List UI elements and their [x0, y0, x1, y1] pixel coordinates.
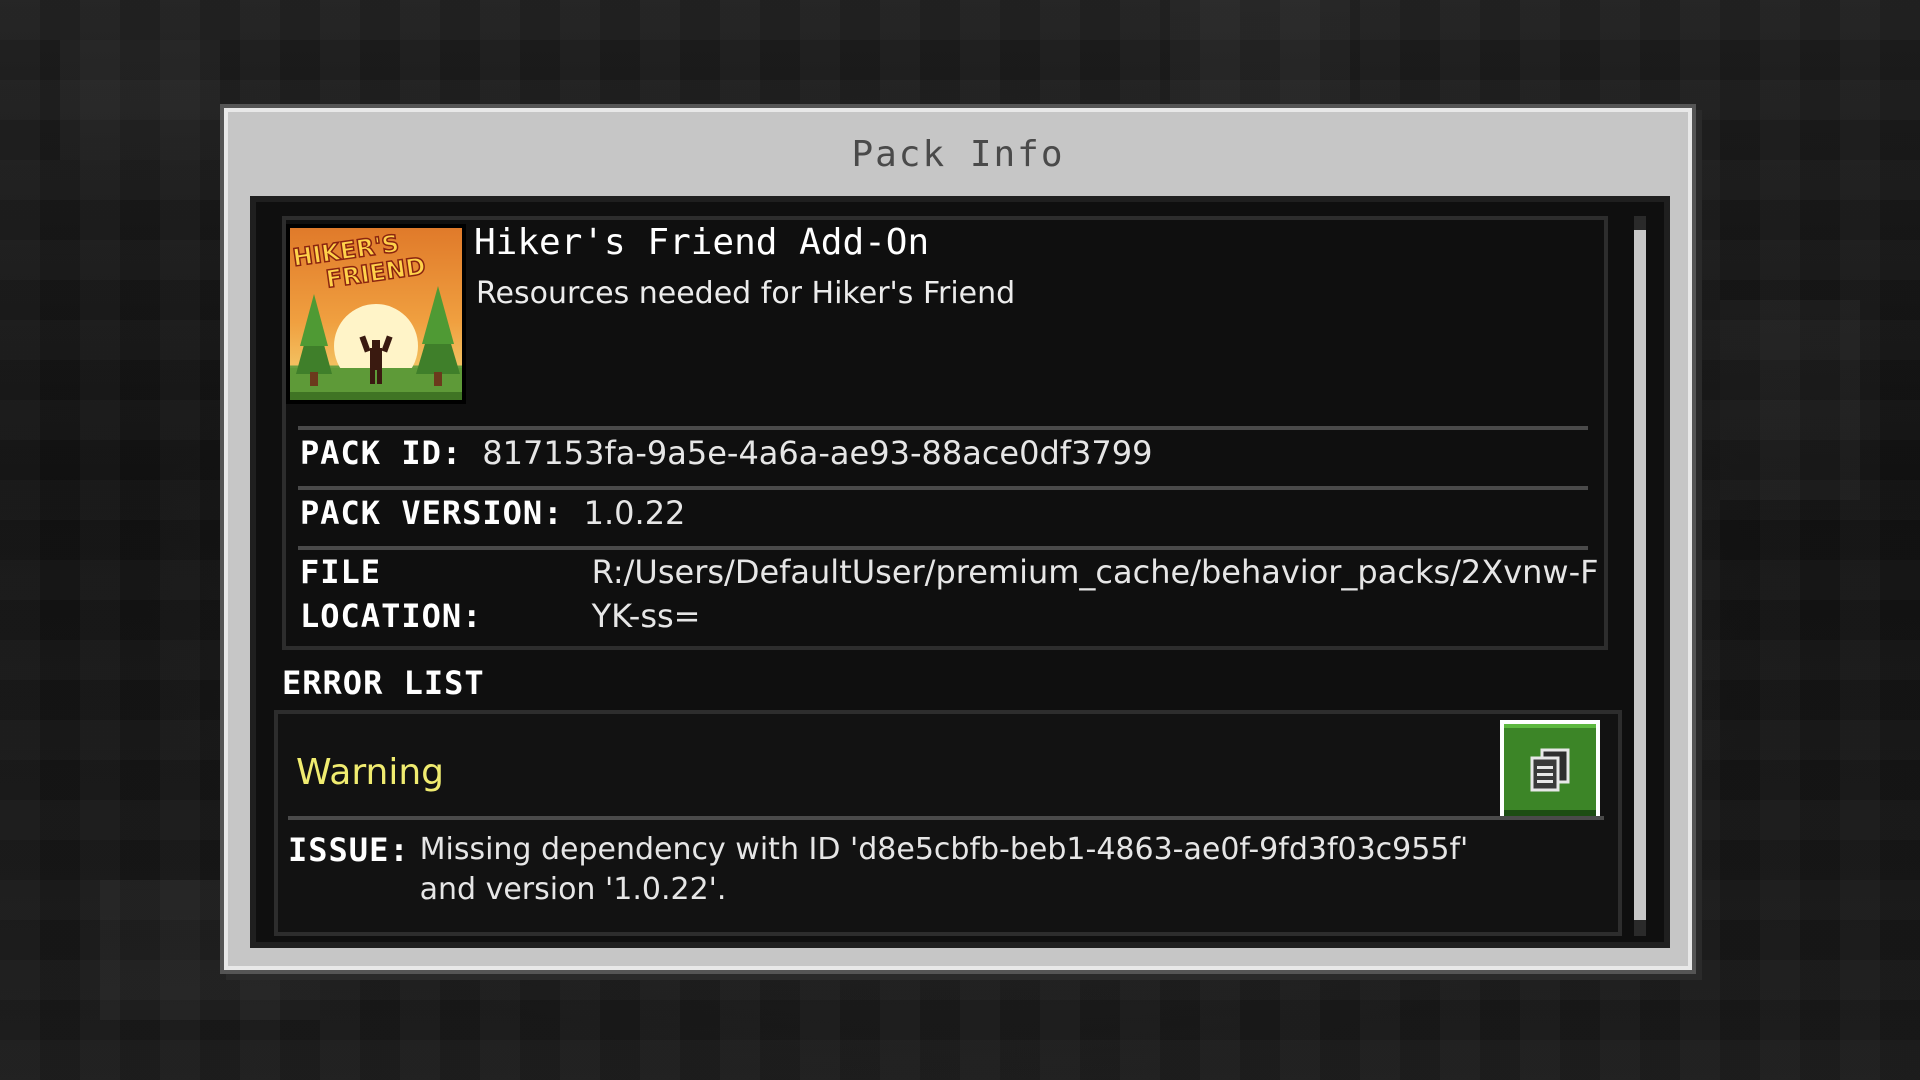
error-item: Warning ISSUE: Missing dependency with I…	[274, 710, 1622, 936]
dialog-title: Pack Info	[851, 134, 1065, 175]
divider	[298, 486, 1588, 490]
divider	[288, 816, 1604, 820]
pack-id-row: PACK ID: 817153fa-9a5e-4a6a-ae93-88ace0d…	[300, 434, 1152, 472]
pack-info-dialog: Pack Info HIKER'S FRIEND Hiker's Friend …	[224, 108, 1692, 970]
scrollbar-thumb[interactable]	[1634, 230, 1646, 920]
pack-version-value: 1.0.22	[583, 494, 686, 532]
warning-label: Warning	[296, 752, 445, 793]
issue-text: Missing dependency with ID 'd8e5cbfb-beb…	[419, 832, 1469, 907]
issue-label: ISSUE:	[288, 831, 410, 869]
divider	[298, 426, 1588, 430]
file-location-label: FILE LOCATION:	[300, 553, 483, 635]
issue-row: ISSUE: Missing dependency with ID 'd8e5c…	[288, 830, 1510, 910]
pack-version-label: PACK VERSION:	[300, 494, 564, 532]
pack-id-label: PACK ID:	[300, 434, 463, 472]
file-location-row: FILE LOCATION: R:/Users/DefaultUser/prem…	[300, 550, 1604, 638]
file-location-value: R:/Users/DefaultUser/premium_cache/behav…	[591, 553, 1599, 635]
dialog-content: HIKER'S FRIEND Hiker's Friend Add-On Res…	[250, 196, 1670, 948]
pack-description: Resources needed for Hiker's Friend	[476, 276, 1016, 311]
background-block	[1170, 0, 1350, 110]
pack-header-card: HIKER'S FRIEND Hiker's Friend Add-On Res…	[282, 216, 1608, 650]
background-block	[60, 40, 220, 160]
pack-id-value: 817153fa-9a5e-4a6a-ae93-88ace0df3799	[482, 434, 1153, 472]
error-list-heading: ERROR LIST	[282, 664, 485, 702]
background-block	[1720, 300, 1860, 500]
copy-button[interactable]	[1500, 720, 1600, 820]
pack-title: Hiker's Friend Add-On	[474, 222, 930, 263]
copy-icon	[1530, 748, 1570, 792]
pack-version-row: PACK VERSION: 1.0.22	[300, 494, 685, 532]
scrollbar[interactable]	[1634, 216, 1646, 936]
pack-icon: HIKER'S FRIEND	[286, 224, 466, 404]
